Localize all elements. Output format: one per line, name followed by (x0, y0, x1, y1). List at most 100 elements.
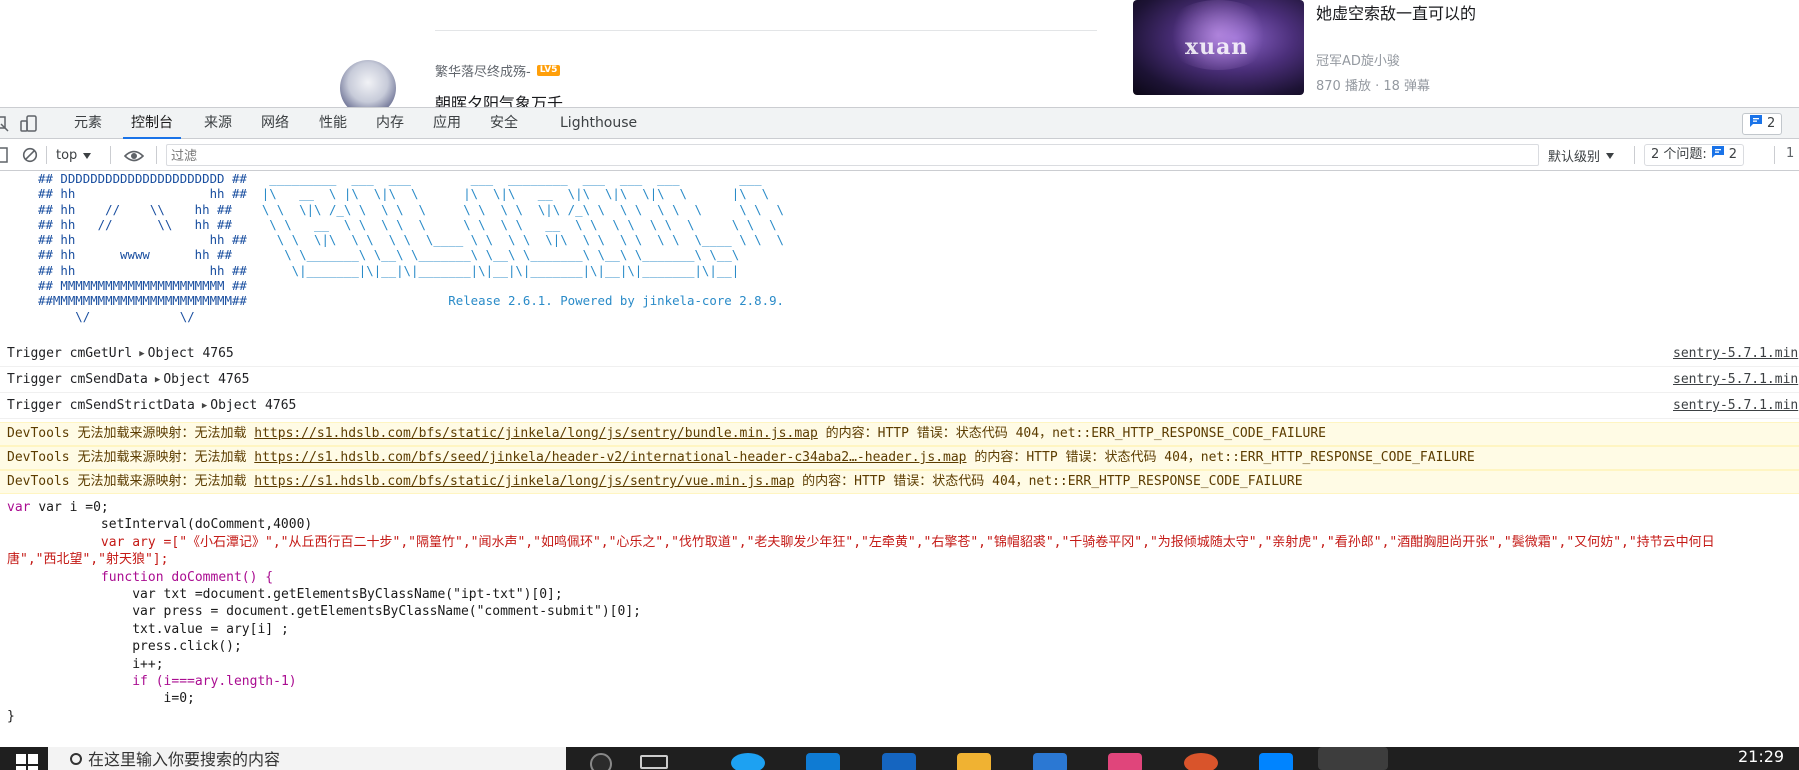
console-input-code[interactable]: var var i =0; setInterval(doComment,4000… (7, 499, 1799, 725)
tab-performance[interactable]: 性能 (311, 108, 355, 139)
task-view-icon[interactable] (640, 755, 668, 769)
code-line: i++; (132, 656, 164, 672)
warning-prefix: DevTools 无法加载来源映射：无法加载 (7, 426, 247, 441)
warning-prefix: DevTools 无法加载来源映射：无法加载 (7, 474, 247, 489)
issues-button[interactable]: 2 个问题: 2 (1644, 144, 1745, 166)
code-line: if (i===ary.length-1) (132, 674, 297, 690)
code-line: txt.value = ary[i] ; (132, 621, 289, 637)
devtools-tabbar: 元素 控制台 来源 网络 性能 内存 应用 安全 Lighthouse 2 (0, 107, 1799, 139)
issues-label: 2 个问题: (1651, 147, 1707, 162)
sourcemap-url-link[interactable]: https://s1.hdslb.com/bfs/static/jinkela/… (254, 426, 818, 441)
log-text: Trigger cmGetUrl (7, 346, 133, 361)
expand-triangle-icon[interactable]: ▶ (139, 341, 144, 367)
banner-line: \/ \/ (38, 308, 195, 324)
search-icon (70, 753, 82, 765)
log-level-selector[interactable]: 默认级别 (1548, 146, 1615, 165)
tab-elements[interactable]: 元素 (66, 108, 110, 139)
sourcemap-url-link[interactable]: https://s1.hdslb.com/bfs/seed/jinkela/he… (254, 450, 966, 465)
dropdown-arrow-icon (1606, 148, 1615, 163)
comment-username[interactable]: 繁华落尽终成殇- LV5 (435, 61, 561, 80)
app-icon[interactable] (1033, 753, 1067, 770)
console-output: ## DDDDDDDDDDDDDDDDDDDDDD ## _________ _… (0, 171, 1799, 747)
issues-badge[interactable]: 2 (1742, 113, 1783, 135)
code-line: var txt =document.getElementsByClassName… (132, 587, 563, 603)
file-explorer-icon[interactable] (957, 753, 991, 770)
tab-lighthouse[interactable]: Lighthouse (552, 108, 645, 139)
video-uploader[interactable]: 冠军AD旋小骏 (1316, 50, 1400, 69)
banner-line: ## hh hh ## \|_______|\|__|\|_______|\|_… (38, 262, 740, 278)
console-filter-input[interactable] (166, 144, 1539, 166)
store-icon[interactable] (806, 753, 840, 770)
toolbar-divider (1634, 146, 1635, 164)
web-page: 繁华落尽终成殇- LV5 朝晖夕阳气象万千 xuan 她虚空索敌一直可以的 冠军… (0, 0, 1799, 107)
tab-console[interactable]: 控制台 (123, 108, 181, 139)
active-app-icon[interactable] (1318, 747, 1388, 770)
toolbar-divider (156, 146, 157, 164)
code-line: function doComment() { (100, 569, 274, 585)
device-toolbar-icon[interactable] (20, 115, 38, 133)
zhihu-icon[interactable] (1259, 753, 1293, 770)
live-expression-eye-icon[interactable] (123, 148, 145, 167)
log-source-link[interactable]: sentry-5.7.1.min (1673, 393, 1798, 419)
taskbar-search-box[interactable]: 在这里输入你要搜索的内容 (48, 747, 566, 770)
sidebar-toggle-icon[interactable] (0, 147, 8, 167)
release-text: Release 2.6.1. Powered by jinkela-core 2… (261, 293, 784, 309)
log-text: Trigger cmSendData (7, 372, 148, 387)
code-line: var var i =0; (7, 500, 109, 515)
app-icon[interactable] (1108, 753, 1142, 770)
user-avatar[interactable] (340, 60, 396, 107)
taskbar-clock: 21:29 (1738, 747, 1785, 766)
expand-triangle-icon[interactable]: ▶ (155, 367, 160, 393)
banner-line: ## hh hh ## \ \ \|\ \ \ \ \ \____ \ \ \ … (38, 232, 784, 248)
divider (435, 30, 1097, 31)
context-value: top (56, 147, 78, 163)
code-line: 唐","西北望","射天狼"]; (7, 552, 169, 568)
log-object[interactable]: Object 4765 (210, 398, 296, 413)
log-text: Trigger cmSendStrictData (7, 398, 195, 413)
banner-line: ## MMMMMMMMMMMMMMMMMMMMMM ## (38, 278, 247, 294)
level-badge: LV5 (536, 65, 561, 76)
banner-line: ## hh // \\ hh ## \ \ \|\ /_\ \ \ \ \ \ … (38, 201, 784, 217)
tab-memory[interactable]: 内存 (368, 108, 412, 139)
app-icon[interactable] (1184, 753, 1218, 770)
console-toolbar: top 默认级别 2 个问题: 2 1 (0, 139, 1799, 171)
clear-console-icon[interactable] (22, 147, 38, 167)
taskbar-search-placeholder: 在这里输入你要搜索的内容 (88, 750, 281, 769)
sourcemap-url-link[interactable]: https://s1.hdslb.com/bfs/static/jinkela/… (254, 474, 794, 489)
context-selector[interactable]: top (56, 146, 92, 164)
tab-application[interactable]: 应用 (425, 108, 469, 139)
message-icon (1749, 114, 1763, 135)
code-line: var ary =["《小石潭记》","从丘西行百二十步","隔篁竹","闻水声… (100, 534, 1715, 550)
code-line: press.click(); (132, 639, 242, 655)
tab-security[interactable]: 安全 (482, 108, 526, 139)
video-thumbnail[interactable]: xuan (1133, 0, 1304, 95)
log-object[interactable]: Object 4765 (148, 346, 234, 361)
username-text[interactable]: 繁华落尽终成殇- (435, 61, 531, 80)
windows-start-icon[interactable] (14, 752, 40, 770)
log-object[interactable]: Object 4765 (163, 372, 249, 387)
app-icon[interactable] (882, 753, 916, 770)
issues-count: 2 (1728, 147, 1738, 162)
log-source-link[interactable]: sentry-5.7.1.min (1673, 341, 1798, 367)
log-row: Trigger cmGetUrl ▶ Object 4765 sentry-5.7.… (0, 341, 1799, 367)
log-row: Trigger cmSendStrictData ▶ Object 4765 sen… (0, 393, 1799, 419)
banner-line: ## DDDDDDDDDDDDDDDDDDDDDD ## _________ _… (38, 171, 762, 186)
inspect-element-icon[interactable] (0, 115, 10, 133)
tab-network[interactable]: 网络 (253, 108, 297, 139)
log-row: Trigger cmSendData ▶ Object 4765 sentry-5.… (0, 367, 1799, 393)
warning-row: DevTools 无法加载来源映射：无法加载 https://s1.hdslb.… (0, 446, 1799, 470)
warning-row: DevTools 无法加载来源映射：无法加载 https://s1.hdslb.… (0, 422, 1799, 446)
log-level-value: 默认级别 (1548, 150, 1601, 165)
message-icon (1711, 145, 1725, 166)
video-stats: 870 播放 · 18 弹幕 (1316, 79, 1431, 94)
tab-sources[interactable]: 来源 (196, 108, 240, 139)
cortana-icon[interactable] (590, 753, 612, 770)
banner-line: ## hh wwww hh ## \ \_______\ \__\ \_____… (38, 247, 740, 263)
video-title[interactable]: 她虚空索敌一直可以的 (1316, 0, 1476, 24)
edge-browser-icon[interactable] (731, 753, 765, 770)
code-line: setInterval(doComment,4000) (100, 517, 313, 533)
thumbnail-watermark: xuan (1185, 34, 1249, 60)
expand-triangle-icon[interactable]: ▶ (202, 393, 207, 419)
toolbar-divider (110, 146, 111, 164)
log-source-link[interactable]: sentry-5.7.1.min (1673, 367, 1798, 393)
